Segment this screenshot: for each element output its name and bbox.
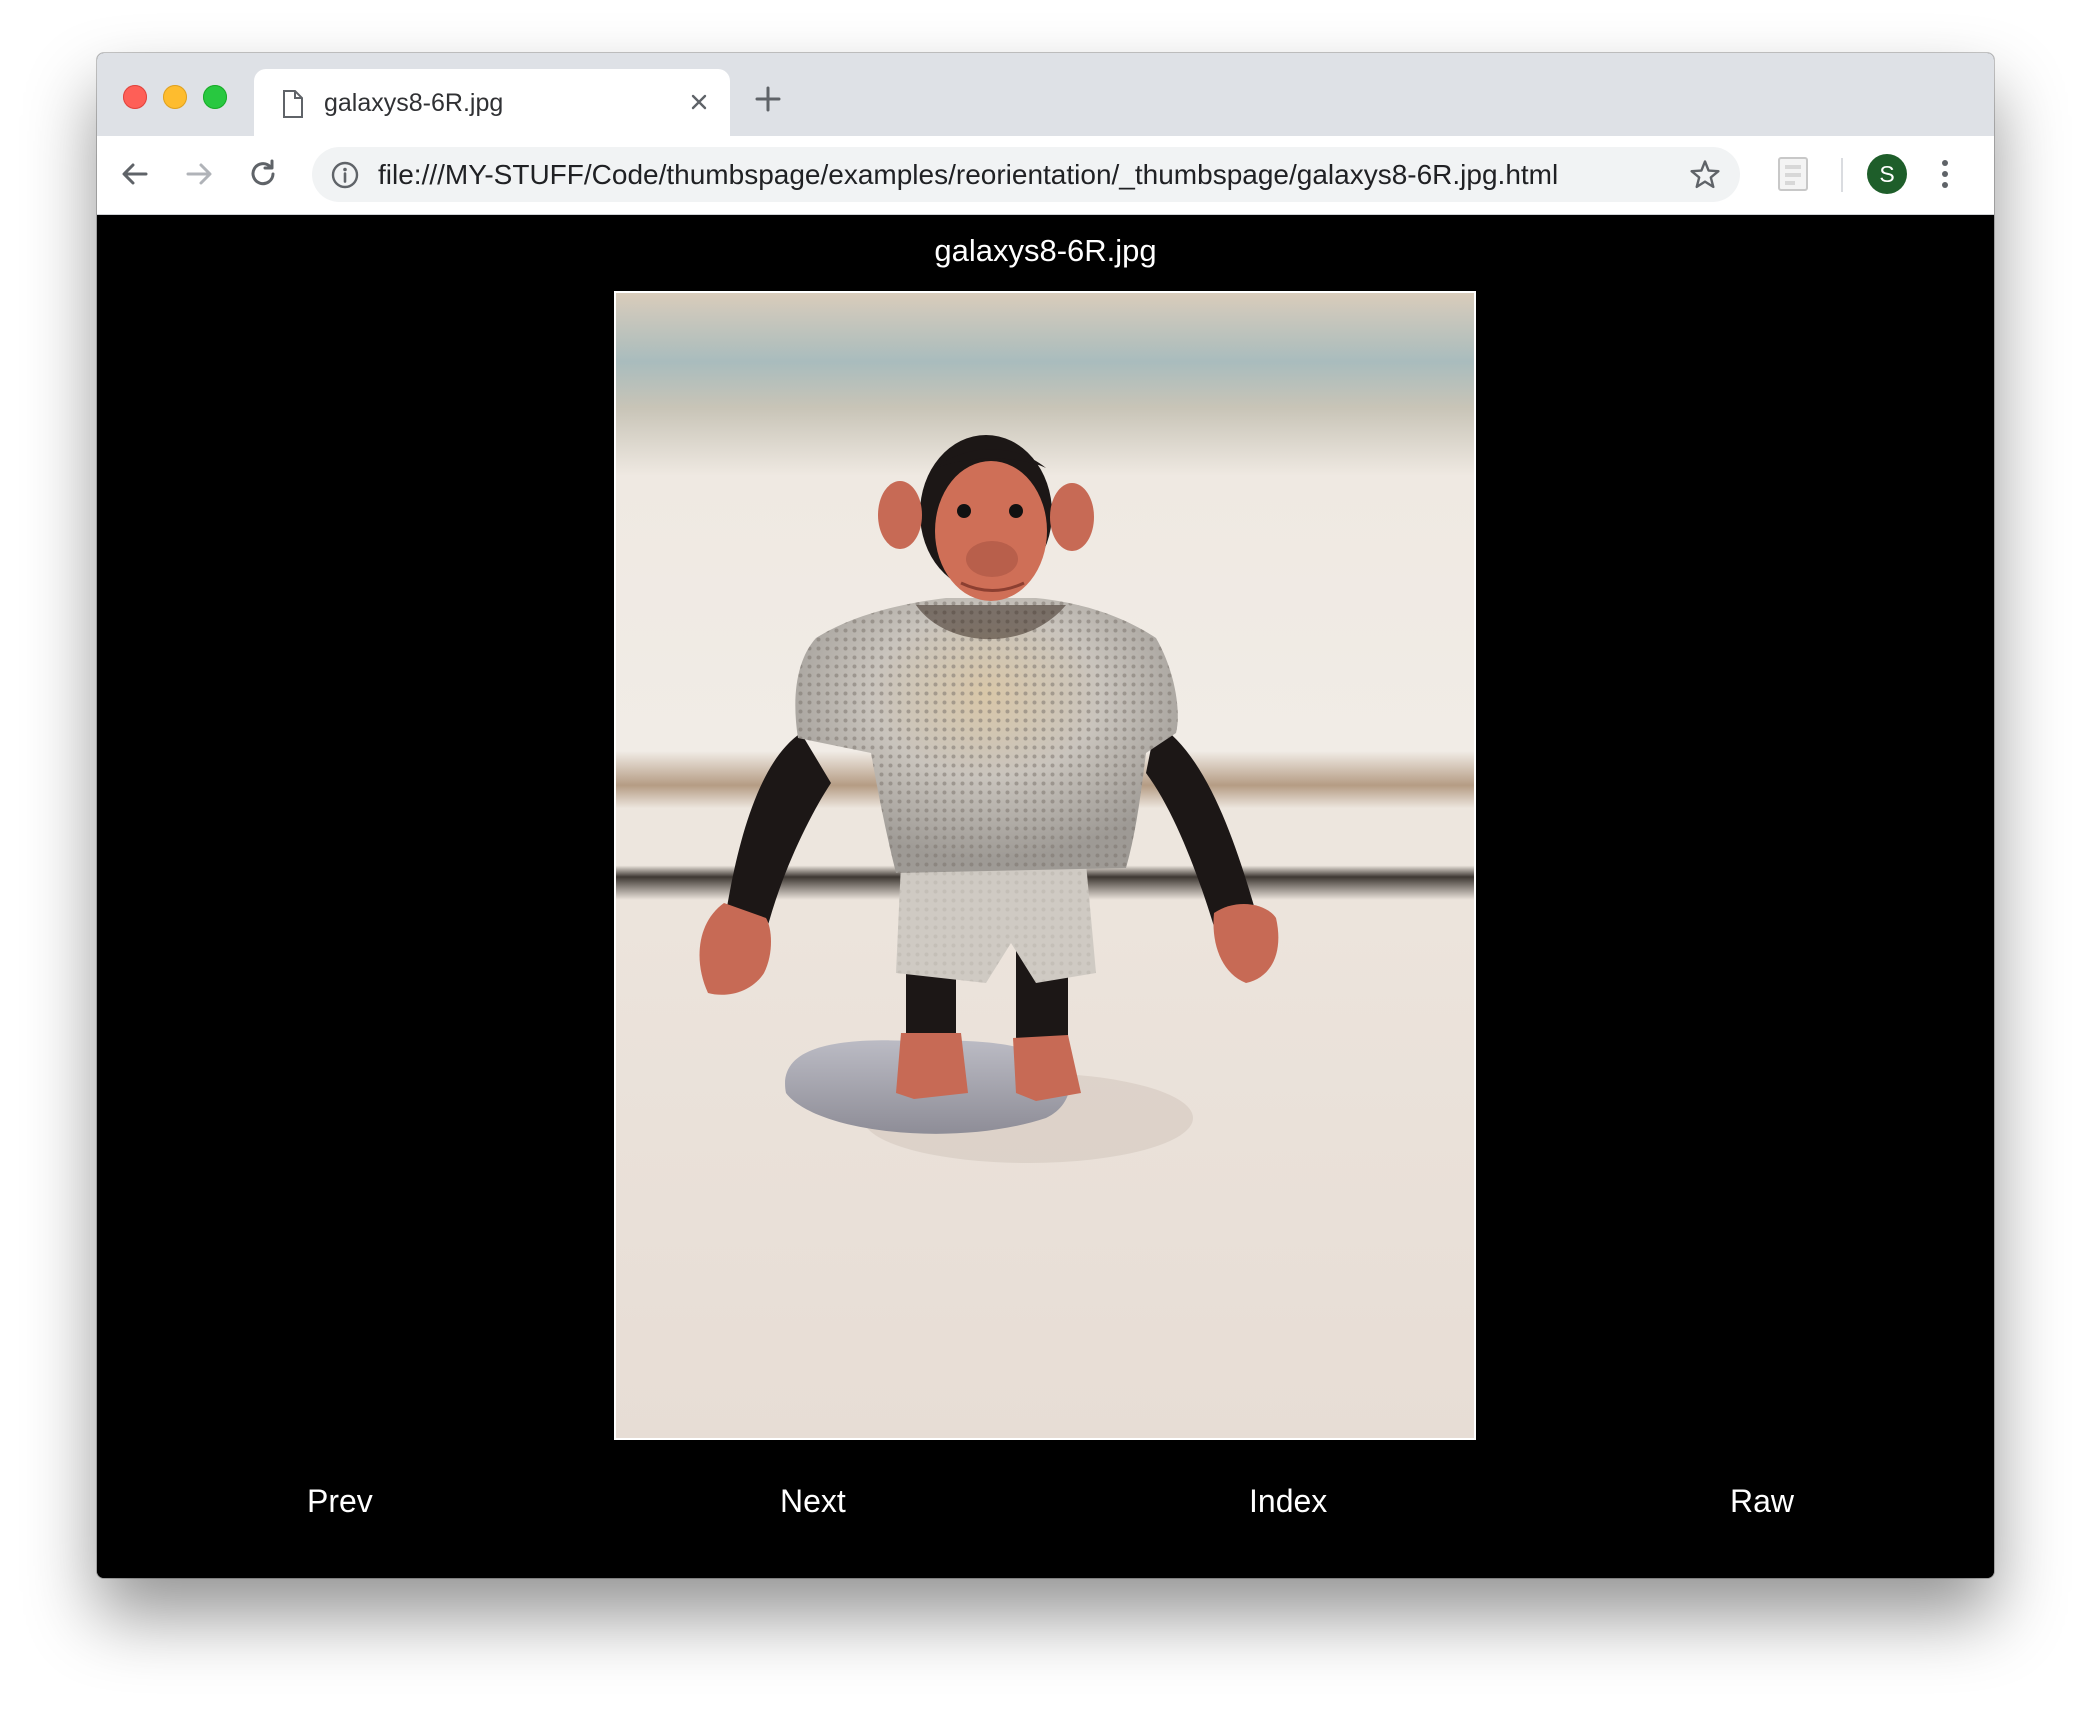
tab-title: galaxys8-6R.jpg: [324, 89, 504, 117]
reload-icon[interactable]: [245, 156, 281, 192]
photo-image[interactable]: [614, 291, 1476, 1440]
page-title: galaxys8-6R.jpg: [934, 233, 1157, 268]
info-icon[interactable]: [330, 160, 360, 190]
browser-tab[interactable]: galaxys8-6R.jpg: [254, 69, 730, 136]
browser-toolbar: file:///MY-STUFF/Code/thumbspage/example…: [97, 136, 1994, 215]
page-content: galaxys8-6R.jpg Prev Next Index Raw: [97, 215, 1994, 1578]
document-icon: [283, 90, 303, 118]
maximize-window-button[interactable]: [203, 85, 227, 109]
browser-window: galaxys8-6R.jpg file:///MY-STUFF/Code/th…: [97, 53, 1994, 1578]
minimize-window-button[interactable]: [163, 85, 187, 109]
close-window-button[interactable]: [123, 85, 147, 109]
close-tab-icon[interactable]: [684, 87, 714, 117]
profile-avatar[interactable]: S: [1867, 154, 1907, 194]
raw-link[interactable]: Raw: [1730, 1483, 1794, 1520]
address-bar[interactable]: file:///MY-STUFF/Code/thumbspage/example…: [312, 147, 1740, 202]
next-link[interactable]: Next: [780, 1483, 846, 1520]
new-tab-icon[interactable]: [753, 84, 783, 114]
bookmark-star-icon[interactable]: [1688, 158, 1722, 192]
back-arrow-icon[interactable]: [117, 156, 153, 192]
extension-icon[interactable]: [1774, 155, 1812, 193]
toolbar-divider: [1841, 158, 1843, 192]
prev-link[interactable]: Prev: [307, 1483, 373, 1520]
url-text[interactable]: file:///MY-STUFF/Code/thumbspage/example…: [378, 159, 1558, 191]
tab-strip: galaxys8-6R.jpg: [97, 53, 1994, 136]
chimp-figurine-photo: [616, 293, 1474, 1438]
index-link[interactable]: Index: [1249, 1483, 1327, 1520]
more-menu-icon[interactable]: [1935, 156, 1955, 192]
forward-arrow-icon[interactable]: [181, 156, 217, 192]
